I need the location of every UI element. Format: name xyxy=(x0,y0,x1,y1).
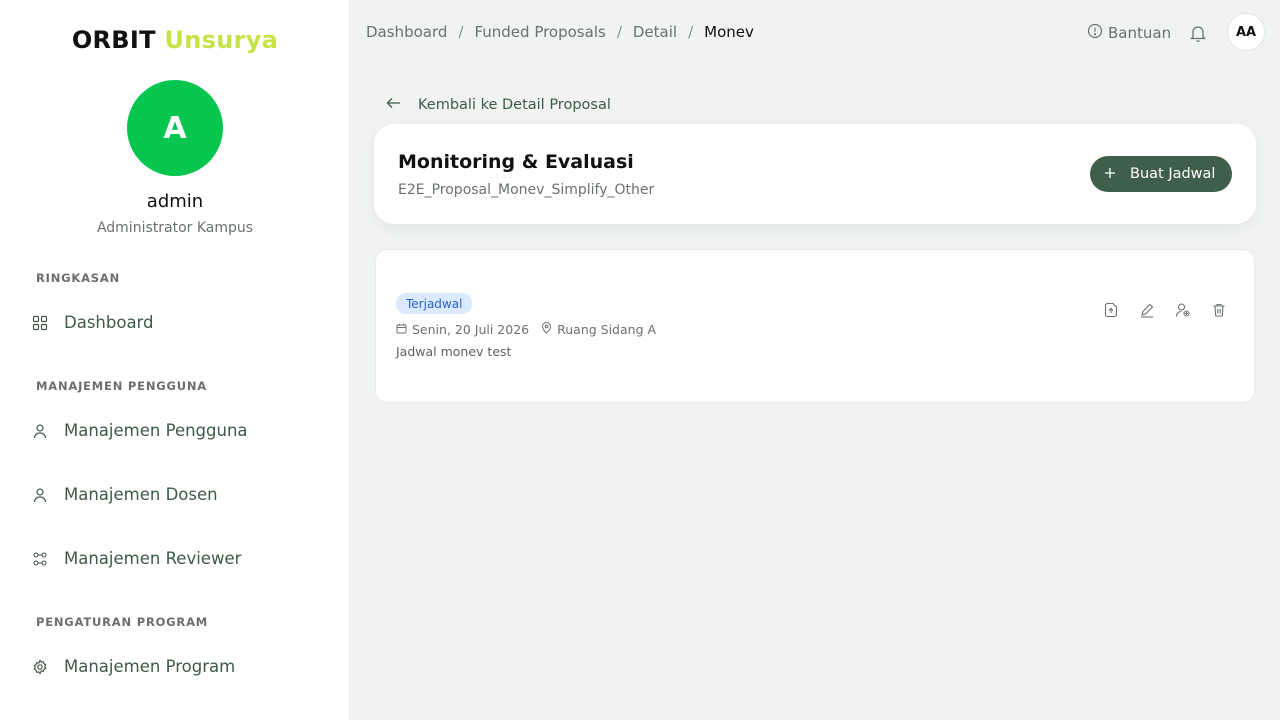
gear-icon xyxy=(32,658,48,675)
info-icon xyxy=(1087,23,1103,43)
section-label-pengaturan-program: PENGATURAN PROGRAM xyxy=(36,615,209,629)
user-avatar: A xyxy=(127,80,223,176)
arrow-left-icon xyxy=(386,97,401,113)
user-avatar-menu[interactable]: AA xyxy=(1227,13,1265,51)
breadcrumb-detail[interactable]: Detail xyxy=(633,23,677,41)
section-label-ringkasan: RINGKASAN xyxy=(36,271,121,285)
create-schedule-button[interactable]: Buat Jadwal xyxy=(1090,156,1232,192)
sidebar-item-label: Manajemen Dosen xyxy=(64,485,218,504)
sidebar-item-manajemen-reviewer[interactable]: Manajemen Reviewer xyxy=(32,549,241,568)
brand-logo[interactable]: ORBIT Unsurya xyxy=(0,26,350,54)
page-title: Monitoring & Evaluasi xyxy=(398,151,634,173)
breadcrumb-separator: / xyxy=(616,23,622,41)
schedule-card: Terjadwal Senin, 20 Juli 2026 Ruang Sida… xyxy=(375,249,1255,403)
sidebar-item-label: Manajemen Pengguna xyxy=(64,421,248,440)
schedule-description: Jadwal monev test xyxy=(396,344,512,359)
schedule-meta: Senin, 20 Juli 2026 Ruang Sidang A xyxy=(396,322,668,337)
user-icon xyxy=(32,487,48,503)
assign-reviewer-icon[interactable] xyxy=(1174,301,1192,319)
breadcrumb: Dashboard / Funded Proposals / Detail / … xyxy=(366,23,754,41)
back-link[interactable]: Kembali ke Detail Proposal xyxy=(386,97,611,113)
sidebar-item-manajemen-pengguna[interactable]: Manajemen Pengguna xyxy=(32,421,248,440)
grid-icon xyxy=(32,315,48,331)
breadcrumb-separator: / xyxy=(458,23,464,41)
calendar-icon xyxy=(396,322,407,337)
sidebar-item-label: Manajemen Reviewer xyxy=(64,549,242,568)
brand-name-part2: Unsurya xyxy=(164,26,279,54)
back-link-label: Kembali ke Detail Proposal xyxy=(418,97,611,113)
edit-icon[interactable] xyxy=(1138,301,1156,319)
help-label: Bantuan xyxy=(1108,24,1172,42)
help-button[interactable]: Bantuan xyxy=(1087,23,1171,43)
breadcrumb-funded-proposals[interactable]: Funded Proposals xyxy=(474,23,605,41)
network-icon xyxy=(32,551,48,567)
sidebar-item-manajemen-program[interactable]: Manajemen Program xyxy=(32,657,235,676)
trash-icon[interactable] xyxy=(1210,301,1228,319)
status-badge: Terjadwal xyxy=(396,293,473,314)
upload-report-icon[interactable] xyxy=(1102,301,1120,319)
plus-icon xyxy=(1104,166,1116,182)
section-label-manajemen-pengguna: MANAJEMEN PENGGUNA xyxy=(36,379,207,393)
sidebar-item-label: Dashboard xyxy=(64,313,154,332)
create-schedule-label: Buat Jadwal xyxy=(1130,166,1216,182)
breadcrumb-current: Monev xyxy=(704,23,754,41)
sidebar-item-dashboard[interactable]: Dashboard xyxy=(32,313,154,332)
user-role: Administrator Kampus xyxy=(96,220,254,236)
page-header-card: Monitoring & Evaluasi E2E_Proposal_Monev… xyxy=(374,124,1256,224)
brand-name-part1: ORBIT xyxy=(71,26,156,54)
user-name: admin xyxy=(146,191,204,212)
schedule-actions xyxy=(1102,301,1228,319)
schedule-location: Ruang Sidang A xyxy=(557,322,657,337)
notification-bell-icon[interactable] xyxy=(1187,22,1209,44)
sidebar-item-label: Manajemen Program xyxy=(64,657,236,676)
sidebar-item-manajemen-dosen[interactable]: Manajemen Dosen xyxy=(32,485,218,504)
breadcrumb-dashboard[interactable]: Dashboard xyxy=(366,23,447,41)
schedule-date: Senin, 20 Juli 2026 xyxy=(412,322,530,337)
map-pin-icon xyxy=(541,322,552,337)
breadcrumb-separator: / xyxy=(688,23,694,41)
proposal-name: E2E_Proposal_Monev_Simplify_Other xyxy=(398,182,655,198)
sidebar: ORBIT Unsurya A admin Administrator Kamp… xyxy=(0,0,350,720)
user-icon xyxy=(32,423,48,439)
